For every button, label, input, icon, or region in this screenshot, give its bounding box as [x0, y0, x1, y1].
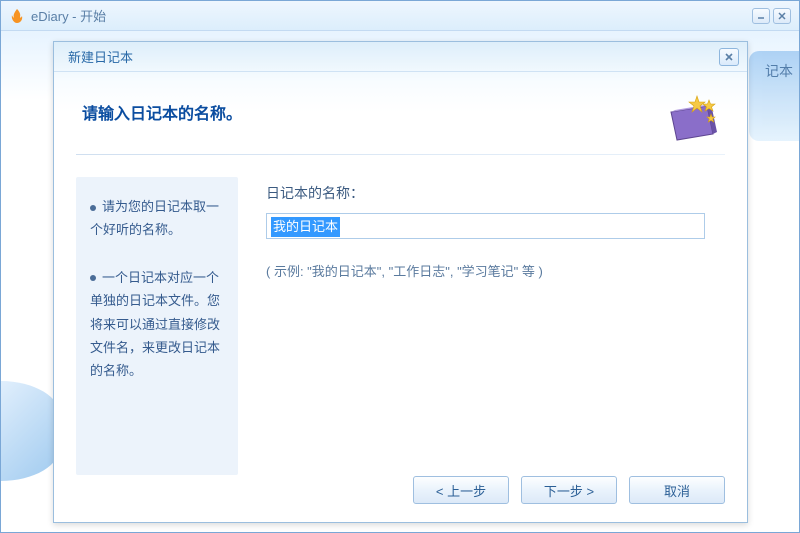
- dialog-titlebar: 新建日记本: [54, 42, 747, 72]
- sidebar-tip-2: 一个日记本对应一个单独的日记本文件。您将来可以通过直接修改文件名，来更改日记本的…: [90, 266, 224, 383]
- background-side-text: 记本: [765, 63, 793, 79]
- background-swirl: [1, 381, 61, 481]
- form-area: 日记本的名称： 我的日记本 ( 示例: "我的日记本", "工作日志", "学习…: [238, 177, 725, 475]
- new-diary-dialog: 新建日记本 请输入日记本的名称。 请为您的日记: [53, 41, 748, 523]
- diary-name-value: 我的日记本: [271, 217, 340, 237]
- close-button[interactable]: [773, 8, 791, 24]
- sidebar-tip-2-text: 一个日记本对应一个单独的日记本文件。您将来可以通过直接修改文件名，来更改日记本的…: [90, 270, 220, 379]
- diary-name-input[interactable]: 我的日记本: [266, 213, 705, 239]
- next-button[interactable]: 下一步 >: [521, 476, 617, 504]
- cancel-button[interactable]: 取消: [629, 476, 725, 504]
- main-titlebar: eDiary - 开始: [1, 1, 799, 31]
- dialog-button-row: < 上一步 下一步 > 取消: [413, 476, 725, 504]
- diary-name-example: ( 示例: "我的日记本", "工作日志", "学习笔记" 等 ): [266, 261, 705, 280]
- background-side-panel: 记本: [749, 51, 799, 141]
- app-title: eDiary - 开始: [31, 6, 752, 25]
- dialog-close-button[interactable]: [719, 48, 739, 66]
- minimize-button[interactable]: [752, 8, 770, 24]
- prev-button[interactable]: < 上一步: [413, 476, 509, 504]
- dialog-sidebar: 请为您的日记本取一个好听的名称。 一个日记本对应一个单独的日记本文件。您将来可以…: [76, 177, 238, 475]
- app-flame-icon: [9, 8, 25, 24]
- dialog-body: 请为您的日记本取一个好听的名称。 一个日记本对应一个单独的日记本文件。您将来可以…: [54, 155, 747, 485]
- bullet-icon: [90, 205, 96, 211]
- window-controls: [752, 8, 791, 24]
- dialog-header: 请输入日记本的名称。: [54, 72, 747, 154]
- dialog-header-text: 请输入日记本的名称。: [82, 94, 663, 124]
- dialog-title: 新建日记本: [68, 47, 133, 66]
- bullet-icon: [90, 275, 96, 281]
- main-window: eDiary - 开始 记本 新建日记本 请输入日记本的名称。: [0, 0, 800, 533]
- diary-name-label: 日记本的名称：: [266, 183, 705, 203]
- sidebar-tip-1-text: 请为您的日记本取一个好听的名称。: [90, 199, 219, 237]
- sidebar-tip-1: 请为您的日记本取一个好听的名称。: [90, 195, 224, 242]
- diary-book-icon: [663, 94, 719, 144]
